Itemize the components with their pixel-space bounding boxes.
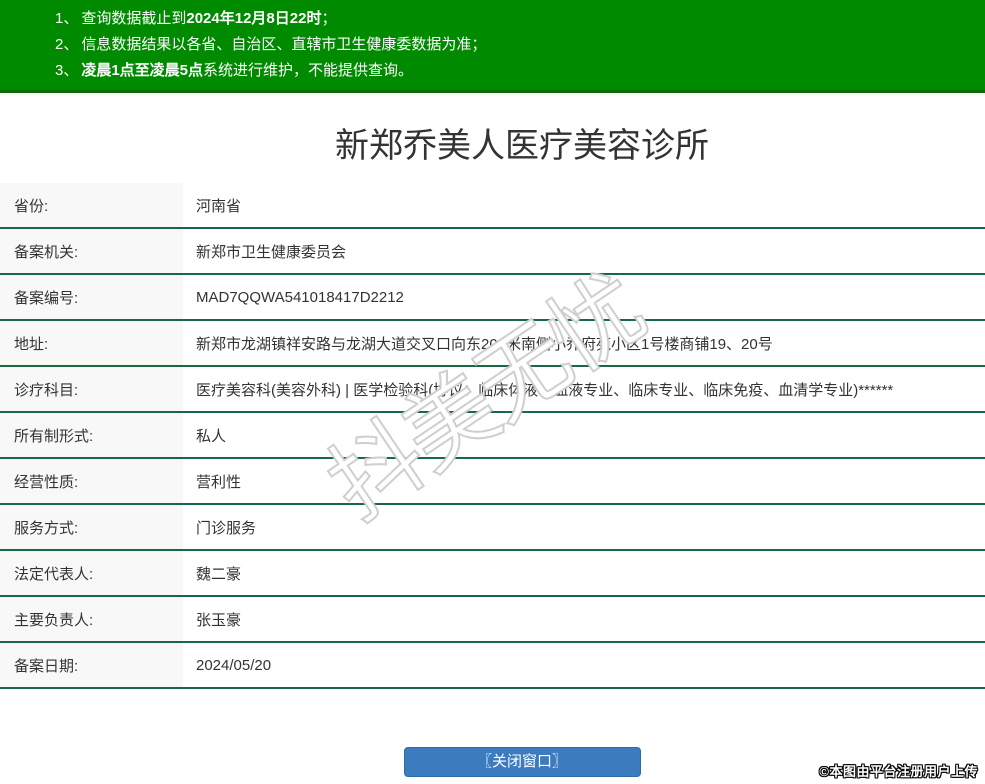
- row-label: 诊疗科目:: [0, 367, 183, 411]
- row-value: 新郑市卫生健康委员会: [196, 243, 347, 261]
- table-row: 服务方式: 门诊服务: [0, 505, 985, 551]
- row-label: 法定代表人:: [0, 551, 183, 595]
- notice-line-1: 1、 查询数据截止到2024年12月8日22时；: [55, 6, 985, 32]
- table-row: 备案编号: MAD7QQWA541018417D2212: [0, 275, 985, 321]
- table-row: 法定代表人: 魏二豪: [0, 551, 985, 597]
- notice-text: 系统进行维护，不能提供查询。: [203, 62, 414, 79]
- table-row: 主要负责人: 张玉豪: [0, 597, 985, 643]
- notice-line-2: 2、 信息数据结果以各省、自治区、直辖市卫生健康委数据为准；: [55, 32, 985, 58]
- table-row: 备案机关: 新郑市卫生健康委员会: [0, 229, 985, 275]
- page-container: 1、 查询数据截止到2024年12月8日22时； 2、 信息数据结果以各省、自治区、…: [0, 0, 985, 777]
- image-credit-badge: ©本图由平台注册用户上传: [819, 764, 978, 779]
- table-row: 备案日期: 2024/05/20: [0, 643, 985, 689]
- notice-text: ；: [321, 10, 337, 27]
- table-row: 省份: 河南省: [0, 183, 985, 229]
- notice-number: 2、: [55, 36, 79, 53]
- row-label: 所有制形式:: [0, 413, 183, 457]
- row-value: MAD7QQWA541018417D2212: [196, 288, 404, 306]
- notice-text: 查询数据截止到: [81, 10, 187, 27]
- table-row: 地址: 新郑市龙湖镇祥安路与龙湖大道交叉口向东200米南侧小乔府苑小区1号楼商铺…: [0, 321, 985, 367]
- row-value: 河南省: [196, 197, 242, 215]
- row-value: 新郑市龙湖镇祥安路与龙湖大道交叉口向东200米南侧小乔府苑小区1号楼商铺19、2…: [196, 335, 773, 353]
- notice-bold-text: 2024年12月8日22时: [186, 10, 322, 27]
- row-label: 备案机关:: [0, 229, 183, 273]
- row-label: 服务方式:: [0, 505, 183, 549]
- notice-banner: 1、 查询数据截止到2024年12月8日22时； 2、 信息数据结果以各省、自治区、…: [0, 0, 985, 93]
- row-label: 地址:: [0, 321, 183, 365]
- table-row: 诊疗科目: 医疗美容科(美容外科) | 医学检验科(协议：临床体液、血液专业、临…: [0, 367, 985, 413]
- row-value: 医疗美容科(美容外科) | 医学检验科(协议：临床体液、血液专业、临床专业、临床…: [196, 381, 894, 399]
- notice-number: 1、: [55, 10, 79, 27]
- record-table: 省份: 河南省 备案机关: 新郑市卫生健康委员会 备案编号: MAD7QQWA5…: [0, 183, 985, 689]
- row-label: 备案日期:: [0, 643, 183, 687]
- row-label: 主要负责人:: [0, 597, 183, 641]
- table-row: 经营性质: 营利性: [0, 459, 985, 505]
- close-window-button[interactable]: 〖关闭窗口〗: [403, 747, 641, 777]
- row-value: 门诊服务: [196, 519, 257, 537]
- row-value: 魏二豪: [196, 565, 242, 583]
- page-title: 新郑乔美人医疗美容诊所: [335, 127, 709, 165]
- row-value: 张玉豪: [196, 611, 242, 629]
- row-label: 备案编号:: [0, 275, 183, 319]
- row-label: 省份:: [0, 183, 183, 227]
- notice-line-3: 3、 凌晨1点至凌晨5点系统进行维护，不能提供查询。: [55, 58, 985, 84]
- row-label: 经营性质:: [0, 459, 183, 503]
- row-value: 2024/05/20: [196, 656, 272, 674]
- notice-number: 3、: [55, 62, 79, 79]
- row-value: 私人: [196, 427, 227, 445]
- table-row: 所有制形式: 私人: [0, 413, 985, 459]
- notice-bold-text: 凌晨1点至凌晨5点: [81, 62, 204, 79]
- notice-text: 信息数据结果以各省、自治区、直辖市卫生健康委数据为准；: [81, 36, 487, 53]
- row-value: 营利性: [196, 473, 242, 491]
